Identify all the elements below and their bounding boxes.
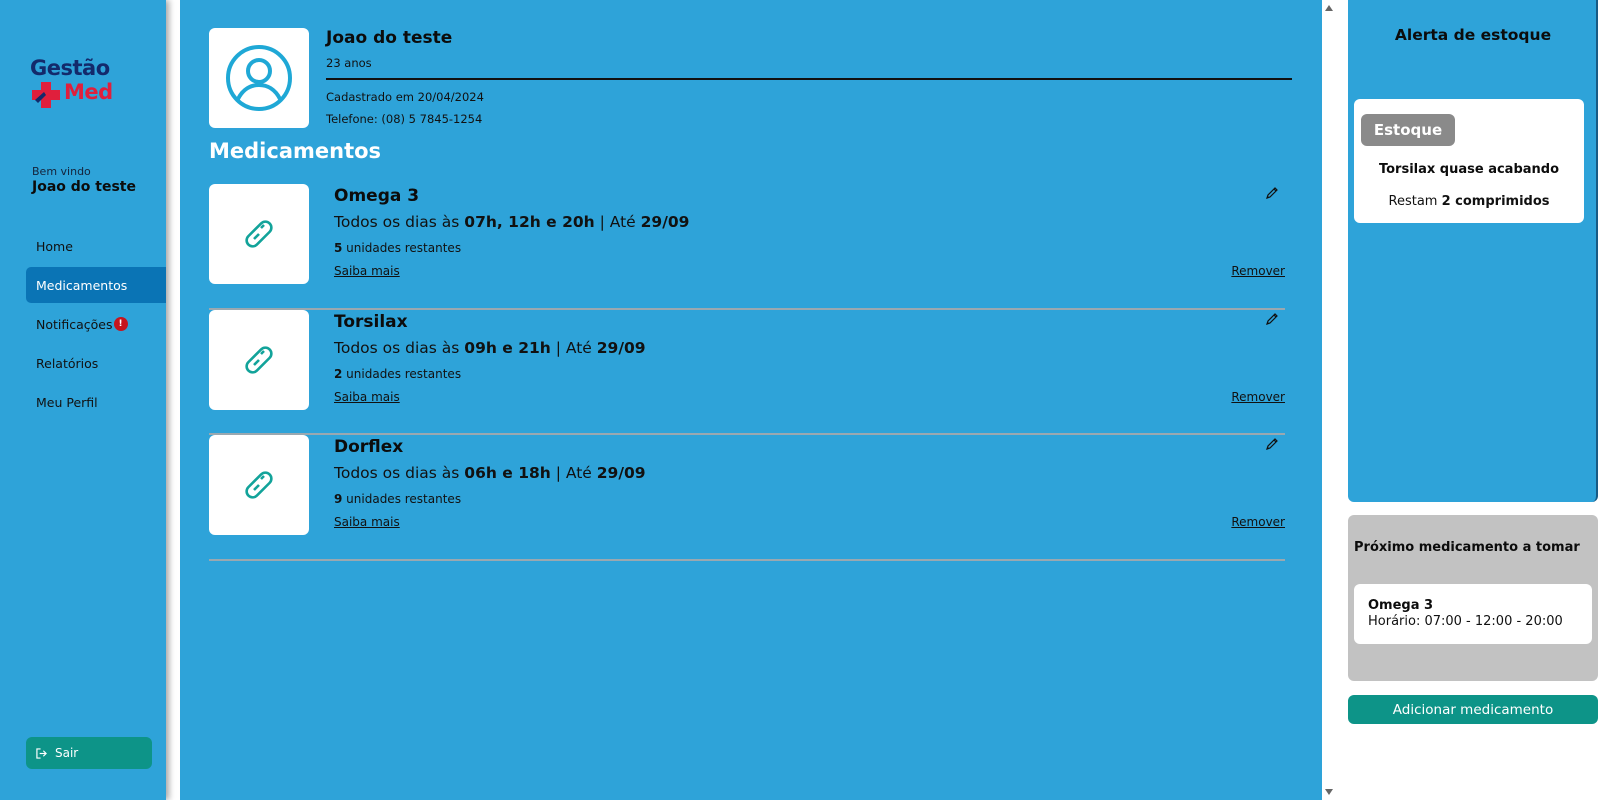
pill-icon [245,220,273,248]
medical-cross-icon [32,82,60,108]
remove-link[interactable]: Remover [1231,264,1285,278]
medication-name: Omega 3 [334,186,420,206]
next-medication-title: Próximo medicamento a tomar [1354,540,1580,555]
profile-age: 23 anos [326,56,372,70]
welcome-block: Bem vindo Joao do teste [32,165,136,195]
sidebar-item-medicamentos[interactable]: Medicamentos [26,267,166,303]
sidebar-item-label: Relatórios [36,355,99,371]
sidebar-item-label: Notificações [36,316,113,332]
stock-tag: Estoque [1361,114,1455,146]
sidebar-item-meu-perfil[interactable]: Meu Perfil [26,384,166,420]
sidebar-item-home[interactable]: Home [26,228,166,264]
medication-thumb [209,309,309,410]
logo-line1: Gestão [30,56,110,80]
logout-button[interactable]: Sair [26,737,152,769]
medication-item: Dorflex Todos os dias às 06h e 18h | Até… [209,435,1285,561]
medication-units: 2 unidades restantes [334,366,462,381]
more-info-link[interactable]: Saiba mais [334,515,400,529]
sidebar-nav: Home Medicamentos Notificações ! Relatór… [26,228,166,423]
stock-alert-message: Torsilax quase acabando [1378,162,1560,177]
profile-registered: Cadastrado em 20/04/2024 [326,90,484,104]
profile-name: Joao do teste [326,28,453,48]
medication-schedule: Todos os dias às 06h e 18h | Até 29/09 [334,464,646,482]
medication-list: Omega 3 Todos os dias às 07h, 12h e 20h … [209,184,1285,561]
medication-units: 5 unidades restantes [334,241,462,255]
stock-alert-remaining: Restam 2 comprimidos [1388,194,1550,209]
medication-schedule: Todos os dias às 09h e 21h | Até 29/09 [334,338,646,357]
more-info-link[interactable]: Saiba mais [334,264,400,278]
remove-link[interactable]: Remover [1231,390,1285,404]
stock-alert-card: Estoque Torsilax quase acabando Restam 2… [1354,99,1584,223]
medication-item: Omega 3 Todos os dias às 07h, 12h e 20h … [209,184,1285,310]
welcome-user-name: Joao do teste [32,179,136,195]
next-medication-panel: Próximo medicamento a tomar Omega 3 Horá… [1348,515,1598,681]
sidebar-item-notificacoes[interactable]: Notificações ! [26,306,166,342]
medication-name: Torsilax [334,311,408,332]
medication-item: Torsilax Todos os dias às 09h e 21h | At… [209,309,1285,435]
stock-alert-panel: Alerta de estoque Estoque Torsilax quase… [1348,0,1598,502]
add-medication-button[interactable]: Adicionar medicamento [1348,695,1598,724]
medication-schedule: Todos os dias às 07h, 12h e 20h | Até 29… [334,213,690,231]
next-medication-card: Omega 3 Horário: 07:00 - 12:00 - 20:00 [1354,584,1592,644]
pencil-icon[interactable] [1265,437,1279,451]
panel-divider [1336,0,1346,800]
sidebar: Gestão Med Bem vindo Joao do teste Home … [0,0,166,800]
medication-thumb [209,435,309,535]
remove-link[interactable]: Remover [1231,515,1285,529]
section-title: Medicamentos [209,139,382,163]
profile-info: Joao do teste 23 anos Cadastrado em 20/0… [326,28,1292,126]
more-info-link[interactable]: Saiba mais [334,390,400,404]
stock-alert-title: Alerta de estoque [1394,26,1552,44]
profile-divider [326,78,1292,80]
pill-icon [245,471,273,499]
next-medication-time: Horário: 07:00 - 12:00 - 20:00 [1368,614,1563,629]
app-logo[interactable]: Gestão Med [30,56,130,112]
pencil-icon[interactable] [1265,186,1279,200]
pill-icon [245,345,273,374]
notification-badge: ! [113,317,128,331]
profile-phone: Telefone: (08) 5 7845-1254 [326,112,483,126]
welcome-label: Bem vindo [32,165,91,178]
scroll-thumb[interactable] [1325,14,1333,784]
sidebar-item-label: Medicamentos [36,277,128,293]
medication-units: 9 unidades restantes [334,492,462,506]
logout-label: Sair [55,746,79,760]
profile-avatar [209,28,309,128]
sidebar-item-label: Home [36,238,73,254]
main-scrollbar[interactable] [1322,0,1336,800]
sidebar-item-relatorios[interactable]: Relatórios [26,345,166,381]
sidebar-item-label: Meu Perfil [36,394,98,410]
scroll-down-icon[interactable] [1325,789,1333,795]
main-panel: Joao do teste 23 anos Cadastrado em 20/0… [180,0,1322,800]
logout-icon [36,747,47,759]
pencil-icon[interactable] [1265,312,1279,326]
medication-name: Dorflex [334,437,404,457]
next-medication-name: Omega 3 [1368,598,1434,613]
scroll-up-icon[interactable] [1325,5,1333,11]
user-circle-icon [226,45,292,111]
medication-thumb [209,184,309,284]
